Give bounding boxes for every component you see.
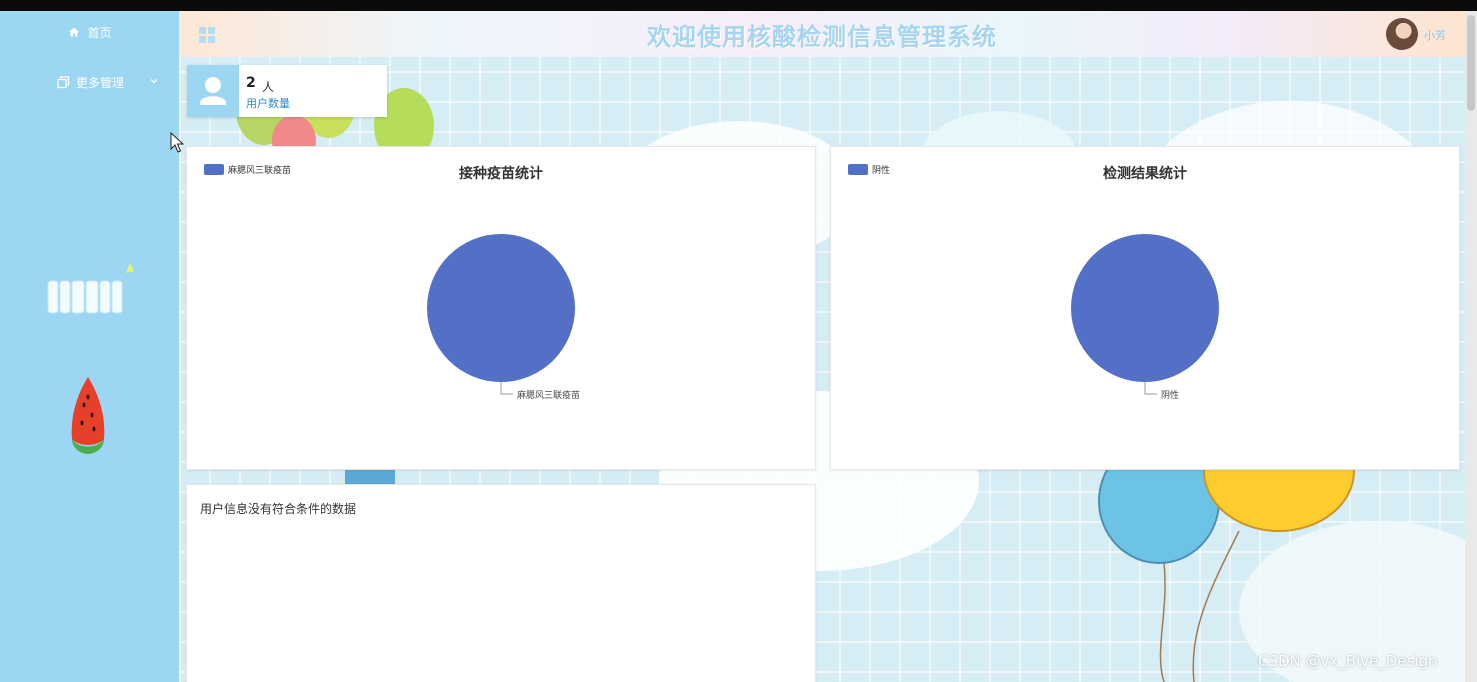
pie-slice[interactable] [427,234,575,382]
pie-chart-svg: 麻腮风三联疫苗 [427,234,580,401]
username-link[interactable]: 小芳 [1424,27,1446,43]
vaccine-stats-chart: 麻腮风三联疫苗 接种疫苗统计 麻腮风三联疫苗 [186,146,816,470]
user-count-unit: 人 [262,80,275,94]
sidebar-item-label: 首页 [87,25,112,40]
sidebar: 首页 更多管理 [0,11,179,682]
top-header: 欢迎使用核酸检测信息管理系统 小芳 [179,11,1465,57]
user-count-card: 2 人 用户数量 [187,65,387,117]
pie-chart-svg: 阴性 [1071,234,1219,401]
copy-icon [56,75,70,89]
sidebar-item-home[interactable]: 首页 [0,17,179,47]
test-result-stats-chart: 阴性 检测结果统计 阴性 [830,146,1460,470]
scrollbar[interactable] [1465,11,1477,682]
summer-decoration [47,263,134,314]
scroll-thumb[interactable] [1467,15,1475,111]
user-count-label: 用户数量 [246,97,290,110]
user-count-value: 2 [246,75,256,91]
slice-label: 麻腮风三联疫苗 [517,389,580,401]
slice-label: 阴性 [1161,389,1179,401]
label-leader-line [1144,382,1157,395]
sidebar-item-more-management[interactable]: 更多管理 [0,67,179,97]
user-icon [187,65,239,117]
label-leader-line [500,382,513,395]
home-icon [67,25,81,39]
mouse-cursor-icon [170,132,184,153]
main-content: 欢迎使用核酸检测信息管理系统 小芳 2 人 用户数量 麻腮风三联疫苗 接种疫苗统… [179,11,1465,682]
watermelon-decoration [71,377,105,454]
pie-slice[interactable] [1071,234,1219,382]
chevron-down-icon [148,75,160,87]
watermark: CSDN @vx_Biye_Design [1258,652,1438,670]
sidebar-item-label: 更多管理 [76,75,125,90]
user-info-table: 用户信息没有符合条件的数据 [186,484,816,682]
avatar[interactable] [1386,18,1418,50]
empty-message: 用户信息没有符合条件的数据 [200,502,357,516]
top-black-strip [0,0,1477,11]
page-title: 欢迎使用核酸检测信息管理系统 [647,23,997,51]
